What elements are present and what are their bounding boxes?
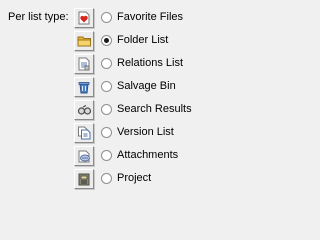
favorite-files-radio[interactable] bbox=[101, 12, 112, 23]
option-salvage-bin: Salvage Bin bbox=[74, 75, 232, 98]
favorite-files-button[interactable] bbox=[74, 7, 94, 28]
version-list-label[interactable]: Version List bbox=[117, 126, 174, 139]
favorite-files-icon bbox=[78, 11, 90, 24]
option-project: Project bbox=[74, 167, 232, 190]
version-list-button[interactable] bbox=[74, 122, 94, 143]
list-type-options-panel: Per list type: Favorite Files Folder Lis… bbox=[0, 0, 234, 217]
folder-icon bbox=[77, 36, 91, 46]
relations-list-icon bbox=[78, 57, 90, 70]
folder-list-radio[interactable] bbox=[101, 35, 112, 46]
project-label[interactable]: Project bbox=[117, 172, 151, 185]
salvage-bin-button[interactable] bbox=[74, 76, 94, 97]
search-results-button[interactable] bbox=[74, 99, 94, 120]
relations-list-button[interactable] bbox=[74, 53, 94, 74]
project-radio[interactable] bbox=[101, 173, 112, 184]
version-list-icon bbox=[78, 126, 91, 139]
attachments-radio[interactable] bbox=[101, 150, 112, 161]
option-favorite-files: Favorite Files bbox=[74, 6, 232, 29]
folder-list-label[interactable]: Folder List bbox=[117, 34, 168, 47]
salvage-bin-radio[interactable] bbox=[101, 81, 112, 92]
option-attachments: Attachments bbox=[74, 144, 232, 167]
search-results-icon bbox=[77, 104, 91, 115]
search-results-radio[interactable] bbox=[101, 104, 112, 115]
option-version-list: Version List bbox=[74, 121, 232, 144]
project-button[interactable] bbox=[74, 168, 94, 189]
salvage-bin-label[interactable]: Salvage Bin bbox=[117, 80, 176, 93]
attachments-icon bbox=[78, 150, 90, 162]
attachments-label[interactable]: Attachments bbox=[117, 149, 178, 162]
relations-list-radio[interactable] bbox=[101, 58, 112, 69]
attachments-button[interactable] bbox=[74, 145, 94, 166]
search-results-label[interactable]: Search Results bbox=[117, 103, 192, 116]
option-search-results: Search Results bbox=[74, 98, 232, 121]
favorite-files-label[interactable]: Favorite Files bbox=[117, 11, 183, 24]
relations-list-label[interactable]: Relations List bbox=[117, 57, 183, 70]
list-type-options: Favorite Files Folder List Relations Lis… bbox=[74, 6, 232, 190]
folder-list-button[interactable] bbox=[74, 30, 94, 51]
option-folder-list: Folder List bbox=[74, 29, 232, 52]
per-list-type-label: Per list type: bbox=[8, 11, 69, 23]
option-relations-list: Relations List bbox=[74, 52, 232, 75]
project-icon bbox=[78, 173, 90, 185]
version-list-radio[interactable] bbox=[101, 127, 112, 138]
salvage-bin-icon bbox=[78, 81, 90, 93]
